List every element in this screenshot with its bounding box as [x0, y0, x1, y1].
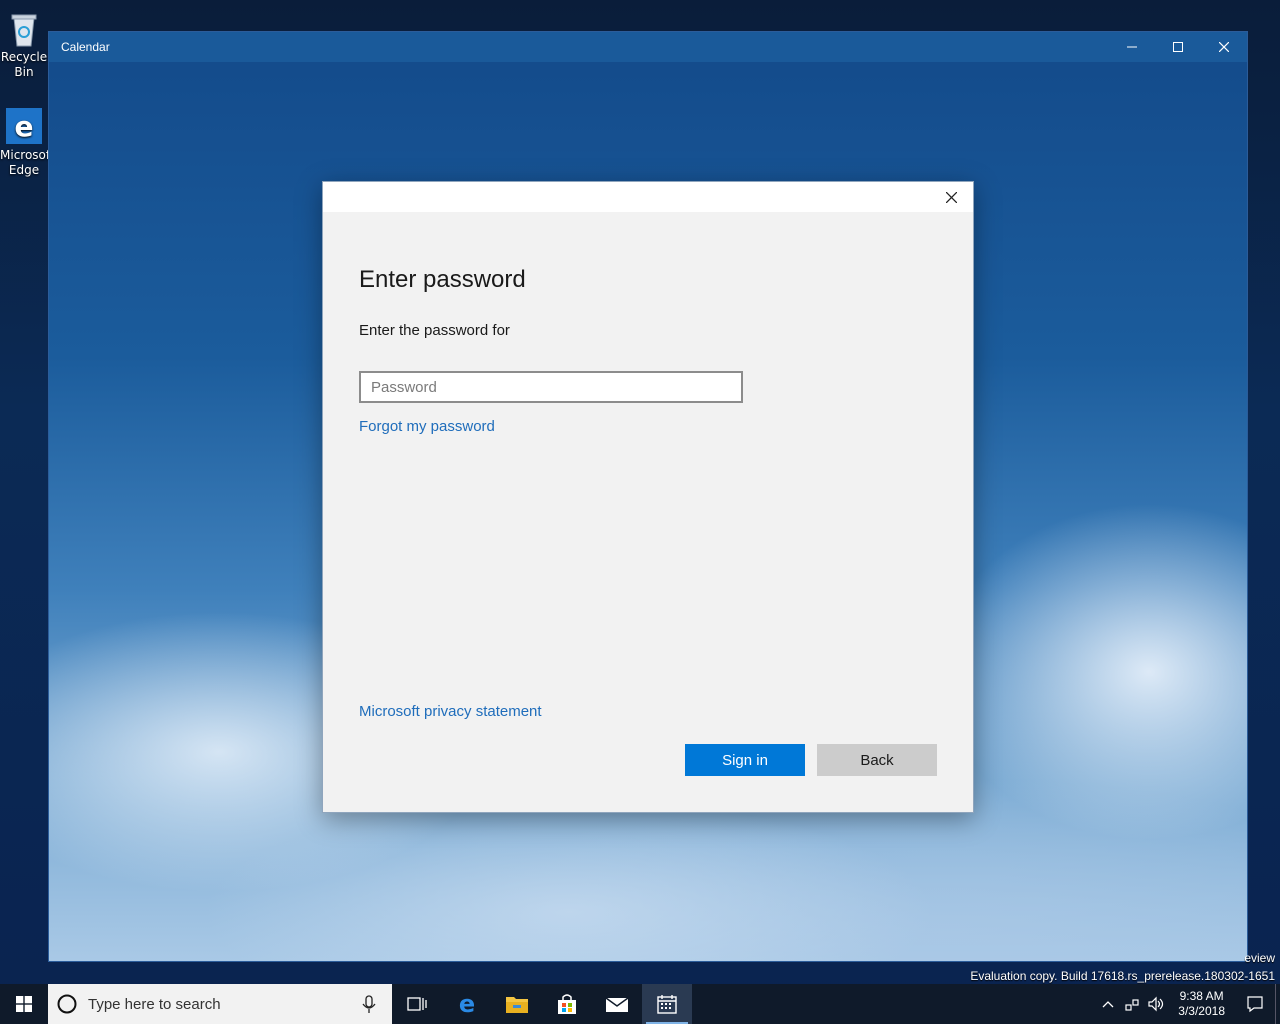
cortana-icon [57, 994, 77, 1014]
recycle-bin-icon [11, 14, 37, 47]
show-hidden-icons-button[interactable] [1096, 984, 1120, 1024]
privacy-statement-link[interactable]: Microsoft privacy statement [359, 703, 542, 720]
system-tray: 9:38 AM 3/3/2018 [1096, 984, 1280, 1024]
dialog-subtext: Enter the password for [359, 322, 510, 339]
taskbar-file-explorer-button[interactable] [492, 984, 542, 1024]
password-input[interactable] [359, 371, 743, 403]
taskbar-clock[interactable]: 9:38 AM 3/3/2018 [1168, 989, 1235, 1019]
svg-text:e: e [459, 992, 475, 1016]
desktop-icon-recycle-bin[interactable]: Recycle Bin [0, 8, 48, 80]
chevron-up-icon [1102, 1001, 1114, 1008]
dialog-header [323, 182, 973, 212]
start-button[interactable] [0, 984, 48, 1024]
forgot-password-link[interactable]: Forgot my password [359, 418, 495, 435]
clock-date: 3/3/2018 [1178, 1004, 1225, 1018]
mail-icon [605, 997, 629, 1012]
desktop-icon-edge[interactable]: e Microsoft Edge [0, 106, 48, 178]
watermark-preview: eview [1244, 951, 1275, 965]
watermark-build: Evaluation copy. Build 17618.rs_prerelea… [970, 969, 1275, 983]
speaker-icon [1148, 996, 1164, 1012]
back-button[interactable]: Back [817, 744, 937, 776]
search-placeholder: Type here to search [88, 995, 221, 1013]
taskbar-edge-button[interactable]: e [442, 984, 492, 1024]
task-view-button[interactable] [392, 984, 442, 1024]
sign-in-button[interactable]: Sign in [685, 744, 805, 776]
dialog-heading: Enter password [359, 266, 526, 293]
taskbar-store-button[interactable] [542, 984, 592, 1024]
window-titlebar[interactable]: Calendar [49, 32, 1247, 62]
show-desktop-button[interactable] [1275, 984, 1280, 1024]
folder-icon [506, 997, 528, 1013]
close-icon [1219, 42, 1229, 52]
action-center-button[interactable] [1235, 984, 1275, 1024]
taskbar-mail-button[interactable] [592, 984, 642, 1024]
maximize-icon [1173, 42, 1183, 52]
close-button[interactable] [1201, 32, 1247, 62]
signin-dialog: Enter password Enter the password for Fo… [322, 181, 974, 813]
close-icon [945, 191, 957, 203]
network-icon [1125, 999, 1139, 1011]
microphone-icon[interactable] [358, 993, 380, 1015]
svg-text:e: e [15, 110, 34, 143]
dialog-close-button[interactable] [939, 186, 963, 208]
minimize-icon [1127, 46, 1137, 48]
desktop-icon-label: Recycle Bin [0, 50, 48, 79]
maximize-button[interactable] [1155, 32, 1201, 62]
calendar-icon [657, 995, 677, 1014]
desktop-icon-label: Microsoft Edge [0, 148, 48, 177]
volume-button[interactable] [1144, 984, 1168, 1024]
task-view-icon [407, 997, 427, 1011]
store-bag-icon [558, 994, 576, 1014]
network-button[interactable] [1120, 984, 1144, 1024]
windows-logo-icon [16, 996, 32, 1012]
minimize-button[interactable] [1109, 32, 1155, 62]
taskbar: Type here to search e 9:38 AM 3/3/2018 [0, 984, 1280, 1024]
notification-icon [1247, 996, 1263, 1013]
window-title: Calendar [61, 40, 110, 54]
edge-icon: e [6, 108, 42, 144]
edge-icon: e [459, 992, 475, 1016]
clock-time: 9:38 AM [1179, 989, 1224, 1003]
taskbar-search-box[interactable]: Type here to search [48, 984, 392, 1024]
taskbar-calendar-button[interactable] [642, 984, 692, 1024]
